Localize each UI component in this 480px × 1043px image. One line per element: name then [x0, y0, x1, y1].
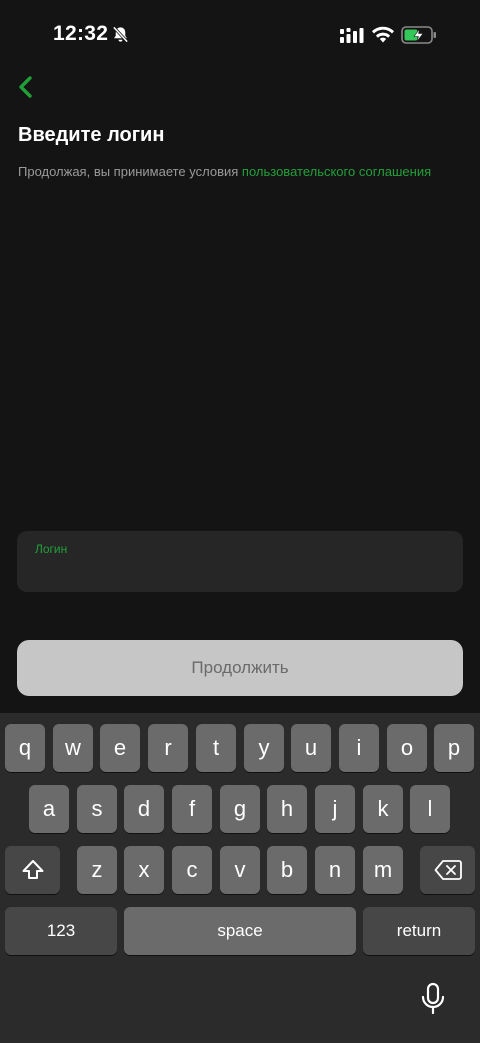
key-f[interactable]: f	[172, 785, 212, 833]
key-v[interactable]: v	[220, 846, 260, 894]
key-i[interactable]: i	[339, 724, 379, 772]
chevron-left-icon	[19, 76, 32, 98]
battery-charging-icon	[401, 26, 436, 44]
keyboard: q w e r t y u i o p a s d f g h j k l z …	[0, 713, 480, 1043]
key-x[interactable]: x	[124, 846, 164, 894]
login-field[interactable]: Логин	[17, 531, 463, 592]
login-input[interactable]	[35, 559, 435, 581]
back-button[interactable]	[8, 70, 42, 104]
shift-icon	[22, 860, 43, 879]
cellular-signal-icon	[340, 28, 364, 43]
terms-text: Продолжая, вы принимаете условия пользов…	[18, 163, 438, 180]
key-w[interactable]: w	[53, 724, 93, 772]
user-agreement-link[interactable]: пользовательского соглашения	[242, 164, 431, 179]
wifi-icon	[372, 26, 394, 43]
key-u[interactable]: u	[291, 724, 331, 772]
delete-key[interactable]	[420, 846, 475, 894]
page-title: Введите логин	[18, 124, 165, 146]
numbers-key[interactable]: 123	[5, 907, 117, 955]
key-m[interactable]: m	[363, 846, 403, 894]
microphone-icon[interactable]	[418, 982, 448, 1016]
key-d[interactable]: d	[124, 785, 164, 833]
key-r[interactable]: r	[148, 724, 188, 772]
bell-muted-icon	[112, 26, 129, 43]
shift-key[interactable]	[5, 846, 60, 894]
backspace-icon	[434, 860, 462, 880]
key-g[interactable]: g	[220, 785, 260, 833]
login-field-label: Логин	[35, 542, 68, 556]
key-a[interactable]: a	[29, 785, 69, 833]
key-z[interactable]: z	[77, 846, 117, 894]
key-q[interactable]: q	[5, 724, 45, 772]
terms-prefix: Продолжая, вы принимаете условия	[18, 164, 242, 179]
status-bar: 12:32	[0, 0, 480, 70]
key-s[interactable]: s	[77, 785, 117, 833]
key-o[interactable]: o	[387, 724, 427, 772]
key-l[interactable]: l	[410, 785, 450, 833]
key-t[interactable]: t	[196, 724, 236, 772]
key-k[interactable]: k	[363, 785, 403, 833]
key-n[interactable]: n	[315, 846, 355, 894]
key-c[interactable]: c	[172, 846, 212, 894]
key-p[interactable]: p	[434, 724, 474, 772]
status-time: 12:32	[53, 22, 109, 45]
continue-button[interactable]: Продолжить	[17, 640, 463, 696]
key-h[interactable]: h	[267, 785, 307, 833]
key-j[interactable]: j	[315, 785, 355, 833]
return-key[interactable]: return	[363, 907, 475, 955]
key-e[interactable]: e	[100, 724, 140, 772]
key-b[interactable]: b	[267, 846, 307, 894]
key-y[interactable]: y	[244, 724, 284, 772]
space-key[interactable]: space	[124, 907, 356, 955]
